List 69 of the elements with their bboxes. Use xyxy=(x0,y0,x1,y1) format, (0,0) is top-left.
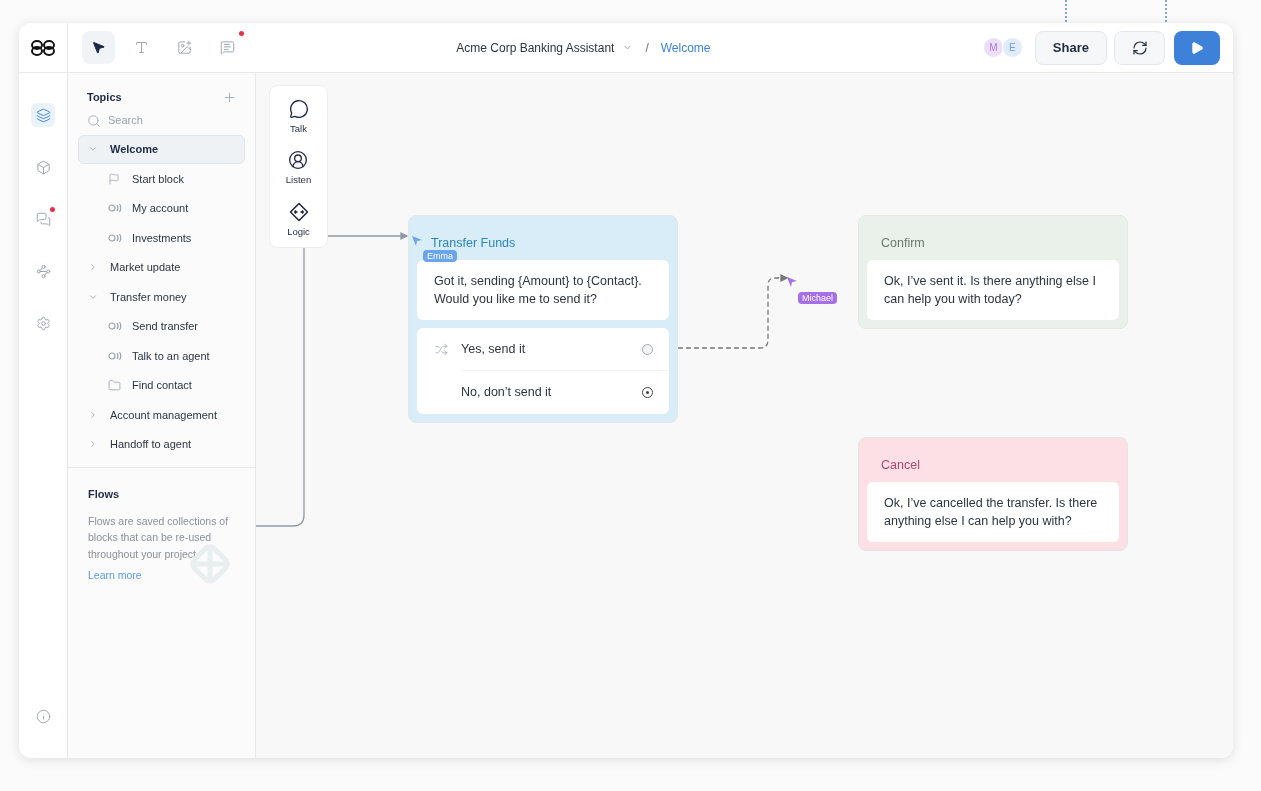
chevron-right-icon xyxy=(88,439,98,450)
message-bubble: Ok, I’ve cancelled the transfer. Is there anything else I can help you with? xyxy=(867,482,1119,542)
search-icon xyxy=(87,113,101,128)
share-button[interactable]: Share xyxy=(1034,30,1107,65)
settings-icon xyxy=(35,315,51,331)
rail-button[interactable] xyxy=(31,103,55,127)
port-icon[interactable] xyxy=(642,387,653,398)
topic-item[interactable]: Market update xyxy=(78,252,245,282)
speech-icon xyxy=(108,203,122,214)
user-name-tag: Emma xyxy=(423,250,457,262)
comments-icon xyxy=(35,211,51,227)
message-bubble: Got it, sending {Amount} to {Contact}. Would you like me to send it? xyxy=(417,260,669,320)
network-icon xyxy=(35,263,51,279)
info-icon xyxy=(35,708,51,724)
topic-item[interactable]: Talk to an agent xyxy=(78,341,245,371)
block-title: Confirm xyxy=(881,236,925,250)
block-card[interactable]: Cancel Ok, I’ve cancelled the transfer. Is there anything else I can help you with? xyxy=(858,437,1128,551)
layers-icon xyxy=(35,107,51,123)
flows-description: Flows are saved collections of blocks that can be re-used throughout your project. xyxy=(88,513,230,562)
speech-bubble-icon xyxy=(288,99,309,119)
palette-button[interactable]: Logic xyxy=(287,201,310,239)
search-field[interactable]: Search xyxy=(108,112,228,129)
pointer-icon xyxy=(91,40,106,55)
topic-item[interactable]: Investments xyxy=(78,223,245,253)
cursor-icon xyxy=(786,276,798,288)
diamond-arrows-icon xyxy=(288,201,309,222)
block-title: Cancel xyxy=(881,458,920,472)
play-button[interactable] xyxy=(1174,30,1220,65)
speech-icon xyxy=(108,321,122,332)
text-icon xyxy=(134,40,149,55)
user-name-tag: Michael xyxy=(798,292,837,304)
speech-icon xyxy=(108,350,122,361)
palette-button[interactable]: Talk xyxy=(288,99,309,137)
topic-item[interactable]: Account management xyxy=(78,400,245,430)
cursor-icon xyxy=(411,235,423,247)
cube-icon xyxy=(35,159,51,175)
breadcrumb-link[interactable]: Welcome xyxy=(660,38,711,57)
chevron-right-icon xyxy=(88,409,98,420)
breadcrumb-separator: / xyxy=(644,39,650,57)
topic-item[interactable]: My account xyxy=(78,193,245,223)
image-icon xyxy=(177,40,192,55)
block-title: Transfer Funds xyxy=(431,236,516,250)
topic-item[interactable]: Welcome xyxy=(78,134,245,164)
refresh-icon xyxy=(1131,39,1148,56)
project-title[interactable]: Acme Corp Banking Assistant xyxy=(456,38,615,57)
refresh-button[interactable] xyxy=(1114,30,1165,65)
play-icon xyxy=(1190,40,1204,55)
comment-icon xyxy=(220,40,235,55)
tool-button[interactable] xyxy=(82,31,115,64)
topic-item[interactable]: Handoff to agent xyxy=(78,429,245,459)
chevron-right-icon xyxy=(88,262,98,273)
add-icon[interactable] xyxy=(222,89,237,105)
topic-item[interactable]: Start block xyxy=(78,164,245,194)
speech-icon xyxy=(108,232,122,243)
topic-item[interactable]: Send transfer xyxy=(78,311,245,341)
topic-item[interactable]: Transfer money xyxy=(78,282,245,312)
flows-title: Flows xyxy=(88,487,121,502)
message-bubble: Ok, I’ve sent it. Is there anything else I can help you with today? xyxy=(867,260,1119,320)
flag-icon xyxy=(108,172,120,185)
choice-label[interactable]: No, don’t send it xyxy=(461,383,642,402)
logo-icon xyxy=(30,38,56,57)
block-card[interactable]: Confirm Ok, I’ve sent it. Is there anything else I can help you with today? xyxy=(858,215,1128,329)
topics-title: Topics xyxy=(87,90,122,105)
topic-item[interactable]: Find contact xyxy=(78,370,245,400)
choice-label[interactable]: Yes, send it xyxy=(461,339,642,359)
user-icon xyxy=(288,150,309,171)
shuffle-icon xyxy=(435,342,448,356)
folder-icon xyxy=(108,378,121,392)
palette-button[interactable]: Listen xyxy=(285,150,312,188)
